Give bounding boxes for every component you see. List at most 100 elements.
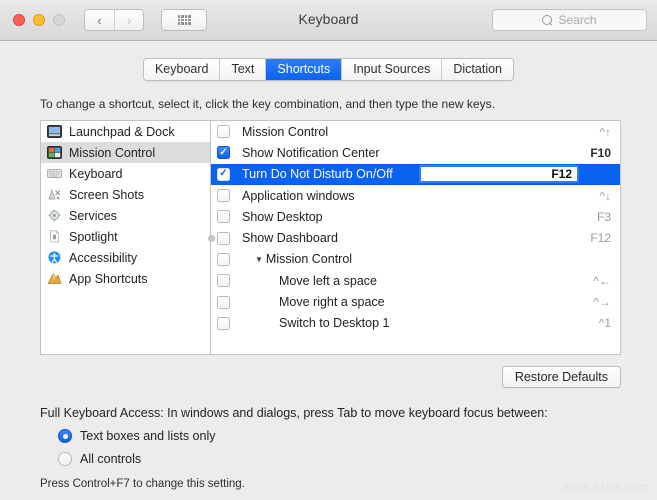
setting-hint-text: Press Control+F7 to change this setting. xyxy=(40,478,245,490)
shortcut-keys[interactable]: F12 xyxy=(590,231,611,245)
shortcut-label: Move left a space xyxy=(279,273,377,288)
checkbox[interactable] xyxy=(217,167,230,181)
tab-text[interactable]: Text xyxy=(220,59,267,80)
radio-label: All controls xyxy=(80,452,142,466)
checkbox[interactable] xyxy=(217,125,230,139)
shortcut-keys[interactable]: F10 xyxy=(590,146,611,160)
radio-button-icon[interactable] xyxy=(58,452,72,466)
shortcut-key-input[interactable]: F12 xyxy=(419,165,579,184)
forward-button: › xyxy=(114,10,143,30)
checkbox[interactable] xyxy=(217,231,230,245)
sidebar-item-launchpad-dock[interactable]: Launchpad & Dock xyxy=(41,121,210,142)
checkbox[interactable] xyxy=(217,146,230,160)
sidebar-item-keyboard[interactable]: Keyboard xyxy=(41,163,210,184)
app-shortcuts-icon xyxy=(47,272,62,285)
shortcut-label: Show Desktop xyxy=(242,209,323,224)
shortcut-keys[interactable]: ^↑ xyxy=(599,125,611,139)
radio-label: Text boxes and lists only xyxy=(80,429,216,443)
shortcut-label: Mission Control xyxy=(242,124,329,139)
traffic-lights xyxy=(13,14,65,26)
tab-shortcuts[interactable]: Shortcuts xyxy=(266,59,343,80)
restore-defaults-button[interactable]: Restore Defaults xyxy=(501,366,621,388)
screenshots-icon xyxy=(47,188,62,201)
back-button[interactable]: ‹ xyxy=(85,10,114,30)
grid-icon xyxy=(177,15,191,25)
shortcut-label: Show Notification Center xyxy=(242,145,380,160)
sidebar-item-screen-shots[interactable]: Screen Shots xyxy=(41,184,210,205)
tab-bar: Keyboard Text Shortcuts Input Sources Di… xyxy=(0,41,657,81)
pane-resize-handle[interactable] xyxy=(208,235,215,242)
sidebar-item-services[interactable]: Services xyxy=(41,205,210,226)
shortcut-keys[interactable]: ^↓ xyxy=(599,189,611,203)
navigation-buttons: ‹ › xyxy=(84,9,144,31)
radio-button-selected-icon[interactable] xyxy=(58,429,72,443)
category-list[interactable]: Launchpad & Dock Mission Control Keyboard S… xyxy=(40,120,210,355)
shortcut-keys[interactable]: ^1 xyxy=(599,316,611,330)
shortcut-keys[interactable]: F3 xyxy=(597,210,611,224)
checkbox[interactable] xyxy=(217,210,230,224)
shortcut-label: Show Dashboard xyxy=(242,231,338,246)
table-row[interactable]: Turn Do Not Disturb On/OffF12 xyxy=(211,163,620,185)
restore-defaults-row: Restore Defaults xyxy=(18,366,621,388)
sidebar-item-label: Screen Shots xyxy=(69,187,145,202)
checkbox[interactable] xyxy=(217,295,230,309)
tab-dictation[interactable]: Dictation xyxy=(442,59,514,80)
checkbox[interactable] xyxy=(217,274,230,288)
spotlight-icon xyxy=(47,230,62,243)
shortcut-keys[interactable]: ^← xyxy=(593,274,611,288)
sidebar-item-label: App Shortcuts xyxy=(69,271,148,286)
minimize-button[interactable] xyxy=(33,14,45,26)
shortcut-label: Move right a space xyxy=(279,295,385,310)
shortcut-key-value: F12 xyxy=(551,167,572,182)
search-field[interactable]: Search xyxy=(492,9,647,31)
table-row[interactable]: ▼ Mission Control xyxy=(211,249,620,270)
watermark: www.frfam.com xyxy=(563,480,649,494)
sidebar-item-label: Services xyxy=(69,208,117,223)
keyboard-icon xyxy=(47,167,62,180)
launchpad-dock-icon xyxy=(47,125,62,138)
tab-group: Keyboard Text Shortcuts Input Sources Di… xyxy=(142,58,515,81)
services-gear-icon xyxy=(47,209,62,222)
sidebar-item-label: Launchpad & Dock xyxy=(69,124,175,139)
tab-input-sources[interactable]: Input Sources xyxy=(342,59,443,80)
shortcut-keys[interactable]: ^→ xyxy=(593,295,611,309)
shortcut-list[interactable]: Mission Control ^↑ Show Notification Cente… xyxy=(210,120,621,355)
sidebar-item-app-shortcuts[interactable]: App Shortcuts xyxy=(41,268,210,289)
sidebar-item-label: Accessibility xyxy=(69,250,138,265)
table-row[interactable]: Application windows ^↓ xyxy=(211,185,620,206)
search-icon xyxy=(542,14,553,26)
sidebar-item-label: Keyboard xyxy=(69,166,123,181)
checkbox[interactable] xyxy=(217,316,230,330)
sidebar-item-mission-control[interactable]: Mission Control xyxy=(41,142,210,163)
table-row[interactable]: Show Notification Center F10 xyxy=(211,142,620,163)
table-row[interactable]: Show Dashboard F12 xyxy=(211,227,620,248)
radio-text-boxes-and-lists-only[interactable]: Text boxes and lists only xyxy=(58,429,639,443)
table-row[interactable]: Mission Control ^↑ xyxy=(211,121,620,142)
table-row[interactable]: Switch to Desktop 1 ^1 xyxy=(211,313,620,334)
table-row[interactable]: Show Desktop F3 xyxy=(211,206,620,227)
sidebar-item-accessibility[interactable]: Accessibility xyxy=(41,247,210,268)
close-button[interactable] xyxy=(13,14,25,26)
checkbox[interactable] xyxy=(217,189,230,203)
sidebar-item-label: Mission Control xyxy=(69,145,156,160)
chevron-left-icon: ‹ xyxy=(97,12,102,28)
full-keyboard-access-label: Full Keyboard Access: In windows and dia… xyxy=(40,406,548,420)
accessibility-icon xyxy=(47,251,62,264)
group-label-text: Mission Control xyxy=(265,252,353,267)
mission-control-icon xyxy=(47,146,62,159)
shortcut-label: Application windows xyxy=(242,188,355,203)
instruction-text: To change a shortcut, select it, click t… xyxy=(40,97,495,111)
group-row-label: ▼ Mission Control xyxy=(242,252,611,266)
preferences-body: To change a shortcut, select it, click t… xyxy=(0,97,657,490)
shortcut-panes: Launchpad & Dock Mission Control Keyboard S… xyxy=(40,120,621,355)
title-bar: ‹ › Keyboard Search xyxy=(0,0,657,41)
show-all-button[interactable] xyxy=(161,9,207,31)
checkbox[interactable] xyxy=(217,252,230,266)
table-row[interactable]: Move left a space ^← xyxy=(211,270,620,291)
sidebar-item-spotlight[interactable]: Spotlight xyxy=(41,226,210,247)
tab-keyboard[interactable]: Keyboard xyxy=(143,59,221,80)
search-placeholder: Search xyxy=(558,13,597,27)
table-row[interactable]: Move right a space ^→ xyxy=(211,291,620,312)
disclosure-triangle-icon[interactable]: ▼ xyxy=(255,255,263,264)
radio-all-controls[interactable]: All controls xyxy=(58,452,639,466)
